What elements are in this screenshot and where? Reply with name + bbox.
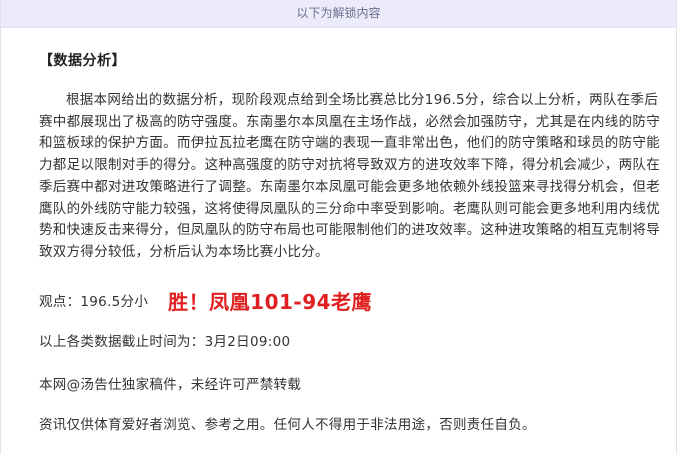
article-page: 以下为解锁内容 【数据分析】 根据本网给出的数据分析，现阶段观点给到全场比赛总比… [0,0,677,454]
verdict-row: 观点：196.5分小 胜！凤凰101-94老鹰 [39,285,639,315]
match-result: 胜！凤凰101-94老鹰 [168,289,373,314]
section-title: 【数据分析】 [39,53,126,69]
viewpoint-label: 观点：196.5分小 [39,294,149,310]
copyright-notice: 本网@汤告仕独家稿件，未经许可严禁转载 [39,377,302,393]
unlock-banner: 以下为解锁内容 [1,0,676,28]
disclaimer-text: 资讯仅供体育爱好者浏览、参考之用。任何人不得用于非法用途，否则责任自负。 [39,417,536,433]
analysis-paragraph: 根据本网给出的数据分析，现阶段观点给到全场比赛总比分196.5分，综合以上分析，… [39,92,660,260]
data-deadline: 以上各类数据截止时间为：3月2日09:00 [39,334,291,350]
